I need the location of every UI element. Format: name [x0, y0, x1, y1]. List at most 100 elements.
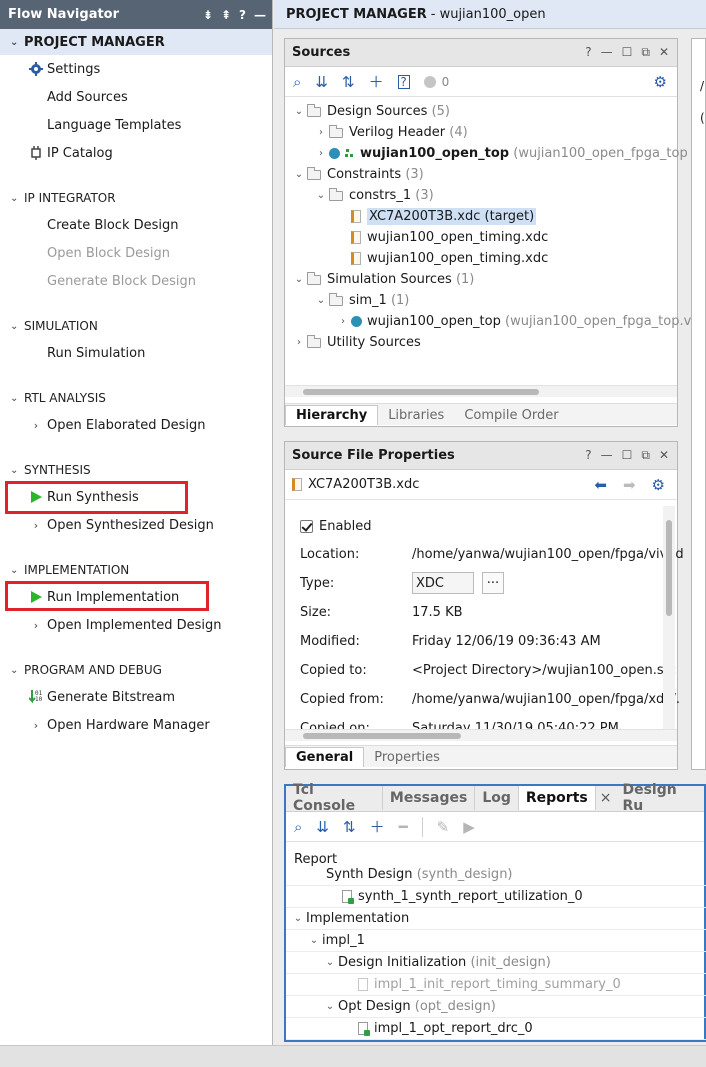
report-row-init-report[interactable]: impl_1_init_report_timing_summary_0: [286, 974, 706, 996]
tab-compile-order[interactable]: Compile Order: [454, 405, 568, 425]
close-icon[interactable]: ✕: [659, 45, 669, 60]
remove-icon[interactable]: ━: [399, 818, 408, 836]
enabled-checkbox-row[interactable]: Enabled: [300, 516, 372, 536]
nav-item-ip-catalog[interactable]: IP Catalog: [0, 139, 272, 167]
nav-section-title[interactable]: ⌄ IP INTEGRATOR: [0, 185, 272, 211]
tab-hierarchy[interactable]: Hierarchy: [285, 405, 379, 425]
nav-item-generate-bitstream[interactable]: 01 10 Generate Bitstream: [0, 683, 272, 711]
forward-arrow-icon[interactable]: ➡: [623, 476, 636, 494]
collapse-all-icon[interactable]: ⇊: [315, 73, 328, 91]
help-icon[interactable]: ?: [239, 8, 246, 22]
maximize-icon[interactable]: ☐: [622, 448, 633, 463]
search-icon[interactable]: ⌕: [294, 818, 302, 836]
chevron-down-icon[interactable]: ⌄: [306, 935, 322, 946]
add-icon[interactable]: ＋: [370, 816, 385, 837]
expand-all-icon[interactable]: ⇅: [343, 818, 356, 836]
nav-item-add-sources[interactable]: Add Sources: [0, 83, 272, 111]
close-icon[interactable]: ✕: [659, 448, 669, 463]
tree-row-utility-sources[interactable]: › Utility Sources: [291, 332, 421, 353]
minimize-icon[interactable]: —: [601, 45, 613, 60]
tree-row-timing-xdc-2[interactable]: wujian100_open_timing.xdc: [351, 248, 548, 269]
chevron-right-icon[interactable]: ›: [291, 337, 307, 348]
collapse-all-icon[interactable]: ⇟: [203, 8, 213, 22]
gear-icon[interactable]: ⚙: [652, 476, 665, 494]
run-icon[interactable]: ▶: [463, 818, 475, 836]
properties-vertical-scrollbar[interactable]: [663, 506, 675, 732]
tree-row-sim-1[interactable]: ⌄ sim_1 (1): [313, 290, 409, 311]
chevron-down-icon[interactable]: ⌄: [313, 190, 329, 201]
nav-section-title[interactable]: ⌄ PROGRAM AND DEBUG: [0, 657, 272, 683]
nav-item-language-templates[interactable]: Language Templates: [0, 111, 272, 139]
chevron-down-icon[interactable]: ⌄: [291, 169, 307, 180]
report-row-opt-report[interactable]: impl_1_opt_report_drc_0: [286, 1018, 706, 1040]
float-icon[interactable]: ⧉: [641, 45, 650, 60]
properties-icon[interactable]: ?: [397, 74, 410, 89]
chevron-down-icon[interactable]: ⌄: [322, 957, 338, 968]
help-icon[interactable]: ?: [585, 448, 591, 463]
report-row-opt-design[interactable]: ⌄ Opt Design (opt_design): [286, 996, 706, 1018]
back-arrow-icon[interactable]: ⬅: [594, 476, 607, 494]
tab-tcl-console[interactable]: Tcl Console: [286, 782, 383, 814]
edit-icon[interactable]: ✎: [437, 818, 450, 836]
chevron-right-icon[interactable]: ›: [25, 519, 47, 532]
tab-properties[interactable]: Properties: [364, 747, 450, 767]
nav-item-open-elaborated-design[interactable]: › Open Elaborated Design: [0, 411, 272, 439]
nav-section-title[interactable]: ⌄ PROJECT MANAGER: [0, 29, 272, 55]
nav-item-open-synthesized-design[interactable]: › Open Synthesized Design: [0, 511, 272, 539]
tree-row-timing-xdc-1[interactable]: wujian100_open_timing.xdc: [351, 227, 548, 248]
properties-horizontal-scrollbar[interactable]: [285, 729, 677, 741]
chevron-down-icon[interactable]: ⌄: [313, 295, 329, 306]
help-icon[interactable]: ?: [585, 45, 591, 60]
tree-row-top-module[interactable]: › wujian100_open_top (wujian100_open_fpg…: [313, 143, 688, 164]
nav-section-title[interactable]: ⌄ RTL ANALYSIS: [0, 385, 272, 411]
report-row-synth-report[interactable]: synth_1_synth_report_utilization_0: [286, 886, 706, 908]
chevron-right-icon[interactable]: ›: [313, 148, 329, 159]
nav-item-run-simulation[interactable]: Run Simulation: [0, 339, 272, 367]
minimize-icon[interactable]: —: [601, 448, 613, 463]
chevron-right-icon[interactable]: ›: [25, 419, 47, 432]
tab-libraries[interactable]: Libraries: [378, 405, 454, 425]
chevron-right-icon[interactable]: ›: [313, 127, 329, 138]
chevron-right-icon[interactable]: ›: [25, 619, 47, 632]
report-row-synth-design[interactable]: Synth Design (synth_design): [286, 866, 706, 886]
nav-item-open-implemented-design[interactable]: › Open Implemented Design: [0, 611, 272, 639]
expand-all-icon[interactable]: ⇞: [221, 8, 231, 22]
tab-log[interactable]: Log: [475, 786, 519, 810]
close-icon[interactable]: ×: [595, 786, 616, 810]
expand-all-icon[interactable]: ⇅: [342, 73, 355, 91]
type-field[interactable]: XDC: [412, 572, 474, 594]
tab-general[interactable]: General: [285, 747, 365, 767]
float-icon[interactable]: ⧉: [641, 448, 650, 463]
type-more-button[interactable]: ···: [482, 572, 504, 594]
nav-section-title[interactable]: ⌄ IMPLEMENTATION: [0, 557, 272, 583]
minimize-icon[interactable]: —: [254, 8, 266, 22]
tree-row-simulation-sources[interactable]: ⌄ Simulation Sources (1): [291, 269, 474, 290]
chevron-down-icon[interactable]: ⌄: [322, 1001, 338, 1012]
tree-row-constrs-1[interactable]: ⌄ constrs_1 (3): [313, 185, 434, 206]
sources-horizontal-scrollbar[interactable]: [285, 385, 677, 397]
tree-row-design-sources[interactable]: ⌄ Design Sources (5): [291, 101, 450, 122]
chevron-down-icon[interactable]: ⌄: [290, 913, 306, 924]
tree-row-sim-top[interactable]: › wujian100_open_top (wujian100_open_fpg…: [335, 311, 691, 332]
add-icon[interactable]: ＋: [369, 71, 384, 92]
nav-item-settings[interactable]: Settings: [0, 55, 272, 83]
chevron-down-icon[interactable]: ⌄: [291, 106, 307, 117]
search-icon[interactable]: ⌕: [293, 73, 301, 91]
tree-row-verilog-header[interactable]: › Verilog Header (4): [313, 122, 468, 143]
tab-messages[interactable]: Messages: [382, 786, 476, 810]
report-row-design-init[interactable]: ⌄ Design Initialization (init_design): [286, 952, 706, 974]
tab-reports[interactable]: Reports: [518, 786, 596, 810]
chevron-down-icon[interactable]: ⌄: [291, 274, 307, 285]
report-row-implementation[interactable]: ⌄ Implementation: [286, 908, 706, 930]
nav-section-title[interactable]: ⌄ SYNTHESIS: [0, 457, 272, 483]
collapse-all-icon[interactable]: ⇊: [316, 818, 329, 836]
gear-icon[interactable]: ⚙: [654, 73, 677, 91]
tab-design-runs[interactable]: Design Ru: [615, 782, 704, 814]
chevron-right-icon[interactable]: ›: [25, 719, 47, 732]
enabled-checkbox[interactable]: [300, 519, 313, 533]
nav-item-open-hardware-manager[interactable]: › Open Hardware Manager: [0, 711, 272, 739]
chevron-right-icon[interactable]: ›: [335, 316, 351, 327]
tree-row-xdc-target[interactable]: XC7A200T3B.xdc (target): [351, 206, 537, 227]
report-row-impl-1[interactable]: ⌄ impl_1: [286, 930, 706, 952]
nav-section-title[interactable]: ⌄ SIMULATION: [0, 313, 272, 339]
